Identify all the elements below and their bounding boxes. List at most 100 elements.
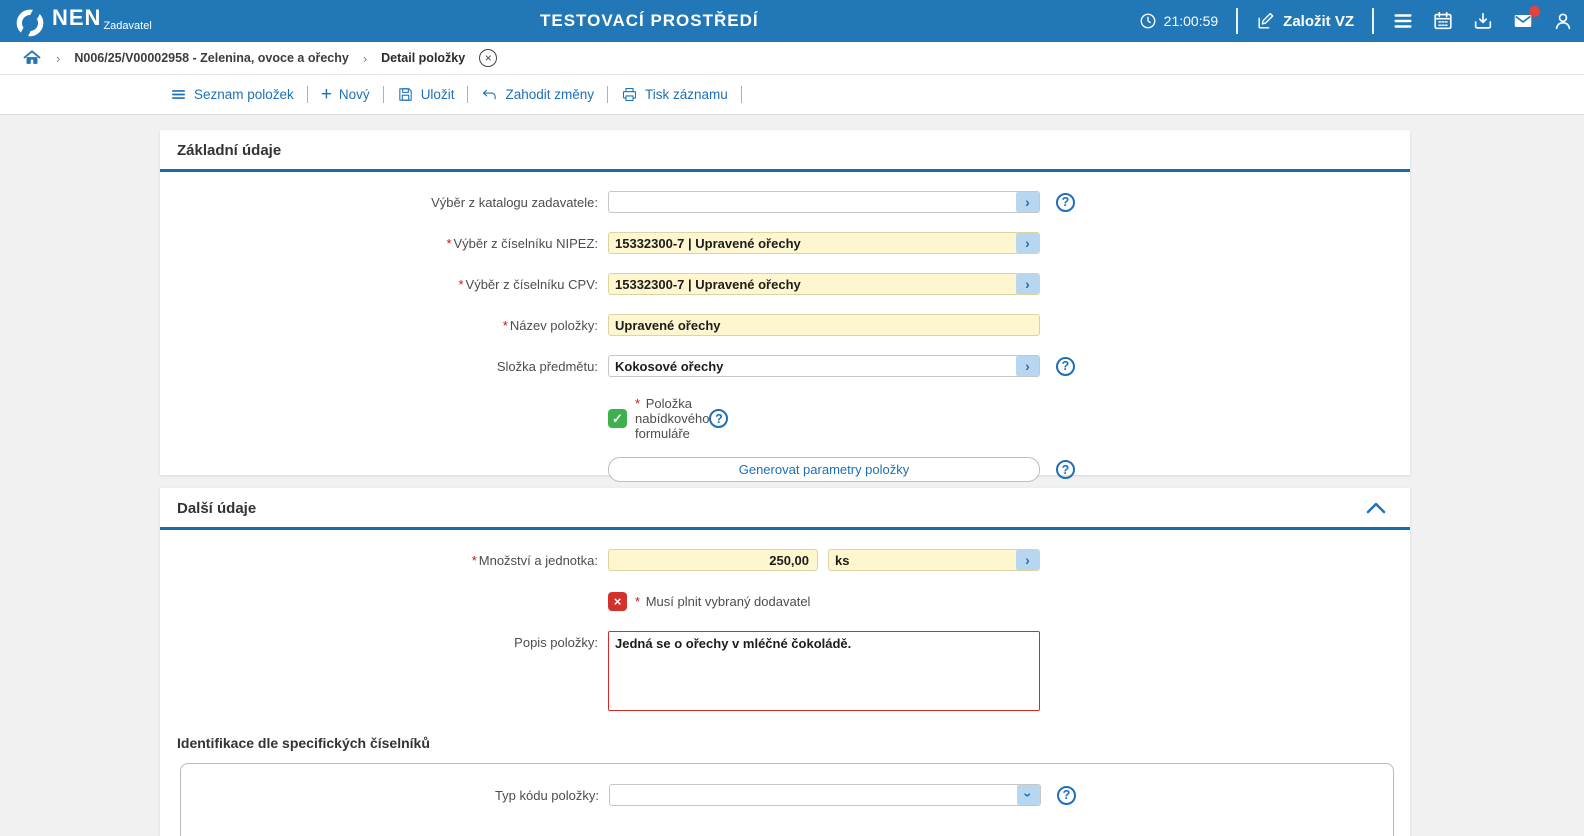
subsection-title: Identifikace dle specifických číselníků: [177, 735, 1410, 751]
section-title: Základní údaje: [177, 142, 281, 159]
calendar-icon[interactable]: [1432, 10, 1454, 32]
field-row-mnozstvi: *Množství a jednotka: ›: [160, 549, 1410, 571]
section-dalsi-udaje: Další údaje *Množství a jednotka: › × * …: [160, 488, 1410, 836]
toolbar-divider: [741, 86, 742, 103]
toolbar-item-discard[interactable]: Zahodit změny: [468, 86, 607, 103]
field-row-polozka-formulare: ✓ * Položka nabídkového formuláře ?: [608, 396, 1410, 441]
polozka-formulare-checkbox[interactable]: ✓: [608, 409, 627, 428]
mnozstvi-input[interactable]: [608, 549, 818, 571]
clock-icon: [1139, 12, 1157, 30]
cpv-picker-button[interactable]: ›: [1016, 274, 1039, 294]
collapse-section-icon[interactable]: [1366, 500, 1386, 516]
toolbar-item-print[interactable]: Tisk záznamu: [608, 86, 741, 103]
field-label: *Množství a jednotka:: [160, 553, 608, 568]
musi-plnit-checkbox[interactable]: ×: [608, 592, 627, 611]
toolbar-item-label: Seznam položek: [194, 87, 294, 102]
nipez-picker-button[interactable]: ›: [1016, 233, 1039, 253]
help-icon[interactable]: ?: [1056, 193, 1075, 212]
create-vz-button[interactable]: Založit VZ: [1256, 12, 1354, 31]
edit-icon: [1256, 12, 1275, 31]
typ-kodu-dropdown-button[interactable]: ›: [1017, 785, 1040, 805]
field-label: Složka předmětu:: [160, 359, 608, 374]
field-label: *Název položky:: [160, 318, 608, 333]
app-header: NEN Zadavatel TESTOVACÍ PROSTŘEDÍ 21:00:…: [0, 0, 1584, 42]
breadcrumb: › N006/25/V00002958 - Zelenina, ovoce a …: [0, 42, 1584, 75]
close-tab-icon[interactable]: ×: [479, 49, 497, 67]
mail-button[interactable]: [1512, 10, 1534, 32]
help-icon[interactable]: ?: [1056, 460, 1075, 479]
field-label: Popis položky:: [160, 631, 608, 650]
field-row-musi-plnit: × * Musí plnit vybraný dodavatel: [608, 590, 1410, 612]
brand-subtitle: Zadavatel: [103, 20, 151, 32]
section-header: Základní údaje: [160, 130, 1410, 170]
notification-badge: [1529, 6, 1540, 17]
toolbar-item-new[interactable]: + Nový: [308, 85, 383, 104]
plus-icon: +: [321, 85, 332, 104]
breadcrumb-procedure[interactable]: N006/25/V00002958 - Zelenina, ovoce a oř…: [74, 51, 348, 65]
field-row-cpv: *Výběr z číselníku CPV: ›: [160, 273, 1410, 295]
nipez-input[interactable]: [608, 232, 1040, 254]
popis-textarea[interactable]: Jedná se o ořechy v mléčné čokoládě.: [608, 631, 1040, 711]
cpv-input[interactable]: [608, 273, 1040, 295]
brand-name: NEN: [52, 3, 101, 33]
divider: [1372, 8, 1374, 34]
slozka-input[interactable]: [608, 355, 1040, 377]
identifikace-fieldset: Typ kódu položky: › ?: [180, 763, 1394, 836]
help-icon[interactable]: ?: [709, 409, 728, 428]
section-zakladni-udaje: Základní údaje Výběr z katalogu zadavate…: [160, 130, 1410, 475]
field-row-nazev: *Název položky:: [160, 314, 1410, 336]
help-icon[interactable]: ?: [1056, 357, 1075, 376]
print-icon: [621, 86, 638, 103]
menu-icon[interactable]: [1392, 10, 1414, 32]
katalog-input[interactable]: [608, 191, 1040, 213]
jednotka-input[interactable]: [828, 549, 1040, 571]
clock-time: 21:00:59: [1164, 13, 1219, 29]
home-icon[interactable]: [22, 48, 42, 68]
field-row-nipez: *Výběr z číselníku NIPEZ: ›: [160, 232, 1410, 254]
environment-title: TESTOVACÍ PROSTŘEDÍ: [540, 0, 759, 42]
checkbox-label: * Musí plnit vybraný dodavatel: [635, 594, 810, 609]
toolbar-item-label: Uložit: [421, 87, 455, 102]
breadcrumb-separator: ›: [56, 51, 60, 66]
typ-kodu-select[interactable]: [609, 784, 1041, 806]
field-label: Výběr z katalogu zadavatele:: [160, 195, 608, 210]
field-row-generovat: Generovat parametry položky ?: [608, 457, 1410, 482]
breadcrumb-separator: ›: [363, 51, 367, 66]
field-row-slozka: Složka předmětu: › ?: [160, 355, 1410, 377]
toolbar-item-list[interactable]: Seznam položek: [170, 86, 307, 103]
field-row-katalog: Výběr z katalogu zadavatele: › ?: [160, 191, 1410, 213]
section-header: Další údaje: [160, 488, 1410, 528]
toolbar-item-label: Nový: [339, 87, 370, 102]
checkbox-label: * Položka nabídkového formuláře: [635, 396, 709, 441]
field-row-popis: Popis položky: Jedná se o ořechy v mléčn…: [160, 631, 1410, 711]
save-icon: [397, 86, 414, 103]
clock: 21:00:59: [1139, 12, 1219, 30]
nen-swirl-icon: [14, 7, 46, 39]
undo-icon: [481, 86, 498, 103]
katalog-picker-button[interactable]: ›: [1016, 192, 1039, 212]
toolbar-item-label: Tisk záznamu: [645, 87, 728, 102]
nen-logo[interactable]: NEN Zadavatel: [0, 3, 152, 39]
breadcrumb-current: Detail položky: [381, 51, 465, 65]
field-label: *Výběr z číselníku NIPEZ:: [160, 236, 608, 251]
slozka-picker-button[interactable]: ›: [1016, 356, 1039, 376]
toolbar-item-save[interactable]: Uložit: [384, 86, 468, 103]
create-vz-label: Založit VZ: [1283, 13, 1354, 30]
jednotka-picker-button[interactable]: ›: [1016, 550, 1039, 570]
section-underline: [160, 169, 1410, 172]
generovat-parametry-button[interactable]: Generovat parametry položky: [608, 457, 1040, 482]
divider: [1236, 8, 1238, 34]
record-toolbar: Seznam položek + Nový Uložit Zahodit změ…: [0, 75, 1584, 115]
section-underline: [160, 527, 1410, 530]
toolbar-item-label: Zahodit změny: [505, 87, 594, 102]
list-icon: [170, 86, 187, 103]
download-icon[interactable]: [1472, 10, 1494, 32]
field-label: Typ kódu položky:: [181, 788, 609, 803]
field-label: *Výběr z číselníku CPV:: [160, 277, 608, 292]
help-icon[interactable]: ?: [1057, 786, 1076, 805]
nazev-input[interactable]: [608, 314, 1040, 336]
field-row-typ-kodu: Typ kódu položky: › ?: [181, 784, 1393, 806]
section-title: Další údaje: [177, 500, 256, 517]
header-actions: 21:00:59 Založit VZ: [1139, 0, 1574, 42]
user-icon[interactable]: [1552, 10, 1574, 32]
